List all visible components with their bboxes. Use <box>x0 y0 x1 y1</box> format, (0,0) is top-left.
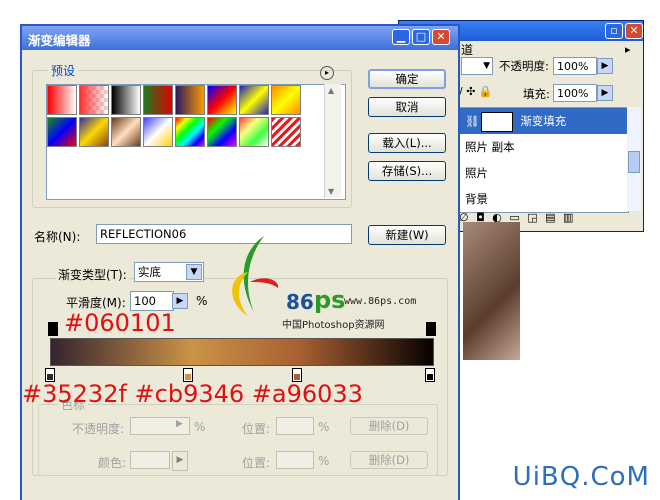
fill-arrow-icon[interactable]: ▶ <box>597 85 613 101</box>
layer-name: 照片 <box>465 166 488 180</box>
color-stop[interactable] <box>425 368 435 382</box>
layers-scrollbar[interactable] <box>627 107 641 211</box>
preset-swatch[interactable] <box>271 85 301 115</box>
opacity-label: 不透明度: <box>499 59 549 73</box>
stop-opacity-unit: % <box>194 420 206 434</box>
layer-name: 背景 <box>465 192 488 206</box>
color-location-label: 位置: <box>242 456 271 470</box>
lock-icons[interactable]: / ✣ 🔒 <box>459 85 493 98</box>
layer-row[interactable]: ⛓ 渐变填充 <box>460 108 628 134</box>
stop-color-swatch[interactable] <box>130 451 170 469</box>
minimize-icon[interactable]: ▁ <box>392 29 410 45</box>
cancel-button[interactable]: 取消 <box>368 97 446 117</box>
presets-menu-icon[interactable]: ▸ <box>320 66 334 80</box>
fill-input[interactable]: 100% <box>553 84 597 102</box>
scroll-down-icon[interactable]: ▼ <box>328 187 334 196</box>
smoothness-arrow-icon[interactable]: ▶ <box>172 293 188 309</box>
layer-row[interactable]: 照片 <box>460 160 628 186</box>
color-location-unit: % <box>318 454 330 468</box>
opacity-stop-right[interactable] <box>426 322 436 336</box>
site-logo-icon <box>220 232 280 324</box>
opacity-location-label: 位置: <box>242 422 271 436</box>
annotation-bottom: #35232f #cb9346 #a96033 <box>22 380 363 408</box>
name-label: 名称(N): <box>34 230 81 244</box>
stop-opacity-label: 不透明度: <box>72 422 125 436</box>
preset-swatch[interactable] <box>143 85 173 115</box>
presets-label: 预设 <box>48 62 79 79</box>
layers-tab[interactable]: 道 <box>461 41 473 58</box>
preset-swatch[interactable] <box>79 85 109 115</box>
dialog-title: 渐变编辑器 <box>28 33 91 48</box>
gradient-preview-bar[interactable] <box>50 338 434 366</box>
preset-swatch[interactable] <box>47 85 77 115</box>
layer-name: 照片 副本 <box>465 140 515 154</box>
scroll-thumb[interactable] <box>628 151 640 173</box>
opacity-location-input[interactable] <box>276 417 314 435</box>
preset-swatch[interactable] <box>47 117 77 147</box>
opacity-arrow-icon[interactable]: ▶ <box>597 58 613 74</box>
preset-swatch[interactable] <box>207 85 237 115</box>
close-icon[interactable]: ✕ <box>625 23 643 39</box>
layer-name: 渐变填充 <box>520 114 567 128</box>
blend-mode-select[interactable]: ▼ <box>461 57 493 75</box>
chevron-down-icon[interactable]: ▼ <box>186 264 202 280</box>
load-button[interactable]: 载入(L)... <box>368 133 446 153</box>
stop-color <box>427 374 433 380</box>
fill-label: 填充: <box>523 87 550 101</box>
color-location-input[interactable] <box>276 451 314 469</box>
maximize-icon[interactable]: □ <box>412 29 430 45</box>
preset-swatch[interactable] <box>175 85 205 115</box>
watermark-cn: 中国Photoshop资源网 <box>282 320 385 331</box>
preset-swatch[interactable] <box>239 85 269 115</box>
new-button[interactable]: 新建(W) <box>368 225 446 245</box>
preset-swatch[interactable] <box>111 117 141 147</box>
preset-swatch[interactable] <box>79 117 109 147</box>
watermark-86: 86 <box>286 290 314 314</box>
layer-row[interactable]: 照片 副本 <box>460 134 628 160</box>
gradient-type-label: 渐变类型(T): <box>56 266 129 283</box>
close-icon[interactable]: ✕ <box>432 29 450 45</box>
watermark-url: www.86ps.com <box>344 296 417 307</box>
preset-swatch[interactable] <box>175 117 205 147</box>
opacity-stop-left[interactable] <box>48 322 58 336</box>
preset-swatch[interactable] <box>271 117 301 147</box>
photo-canvas-fragment <box>463 222 520 360</box>
watermark-ps: ps <box>314 286 346 314</box>
smoothness-unit: % <box>196 294 208 308</box>
delete-color-stop-button[interactable]: 删除(D) <box>350 451 428 469</box>
preset-list <box>46 84 346 200</box>
opacity-location-unit: % <box>318 420 330 434</box>
preset-swatch[interactable] <box>111 85 141 115</box>
layer-row[interactable]: 背景 <box>460 186 628 212</box>
layer-list: ⛓ 渐变填充 照片 副本 照片 背景 <box>459 107 629 213</box>
layer-mask-thumb[interactable] <box>480 111 513 132</box>
link-icon: ⛓ <box>465 114 480 128</box>
stop-color-label: 颜色: <box>98 456 127 470</box>
save-button[interactable]: 存储(S)... <box>368 161 446 181</box>
scroll-up-icon[interactable]: ▲ <box>328 86 334 95</box>
ok-button[interactable]: 确定 <box>368 69 446 89</box>
brand-watermark: UiBQ.CoM <box>512 462 650 492</box>
preset-swatch[interactable] <box>143 117 173 147</box>
smoothness-input[interactable]: 100 <box>130 291 174 311</box>
stop-opacity-arrow-icon[interactable]: ▶ <box>176 419 183 429</box>
annotation-top: #060101 <box>64 309 176 337</box>
preset-swatch[interactable] <box>239 117 269 147</box>
panel-menu-icon[interactable]: ▸ <box>625 43 631 56</box>
minimize-icon[interactable]: ▫ <box>605 23 623 39</box>
presets-scrollbar[interactable]: ▲ ▼ <box>324 84 341 198</box>
preset-swatch[interactable] <box>207 117 237 147</box>
opacity-input[interactable]: 100% <box>553 57 597 75</box>
delete-opacity-stop-button[interactable]: 删除(D) <box>350 417 428 435</box>
stop-color-arrow-icon[interactable]: ▶ <box>172 451 188 471</box>
